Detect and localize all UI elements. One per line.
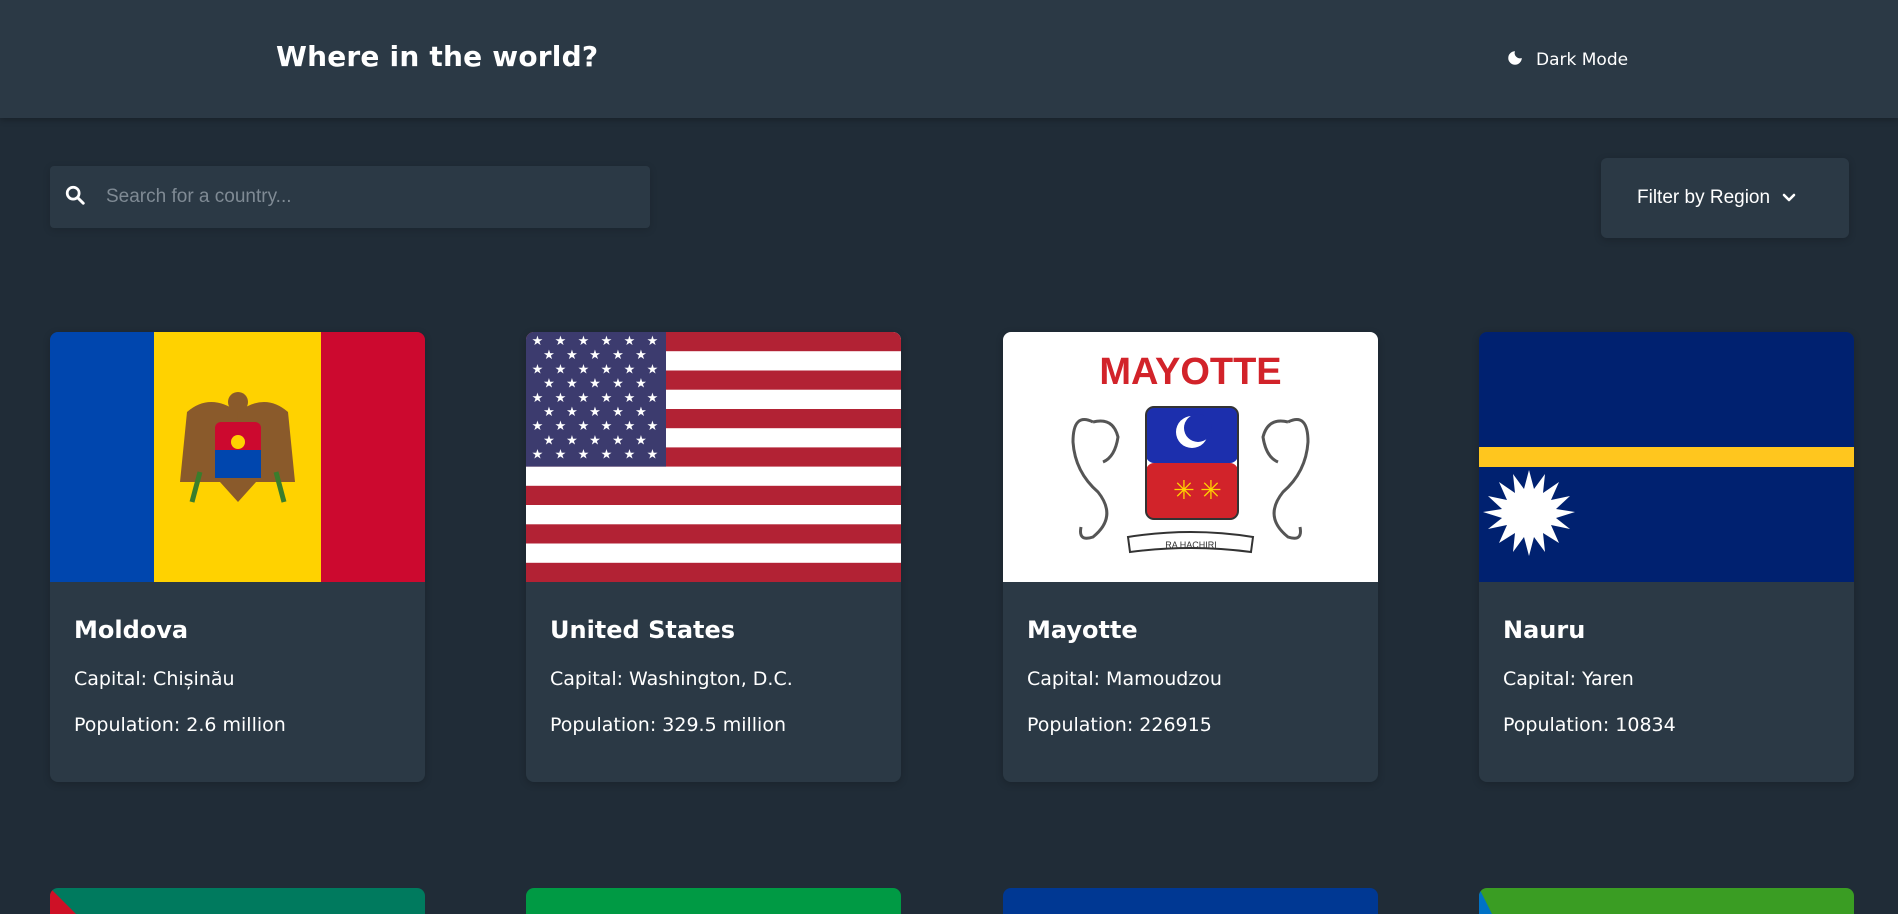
star-icon: ★ (601, 334, 613, 349)
site-header: Where in the world? Dark Mode (0, 0, 1898, 118)
star-icon: ★ (624, 334, 636, 349)
country-capital: Capital: Yaren (1503, 668, 1634, 690)
star-icon: ★ (532, 391, 544, 406)
flag-partial-2 (526, 888, 901, 914)
star-icon: ★ (647, 362, 659, 377)
star-icon: ★ (566, 377, 578, 392)
star-icon: ★ (578, 334, 590, 349)
flag-nauru (1479, 332, 1854, 582)
country-card-united-states[interactable]: ★ ★ ★ ★ ★ ★ ★ ★ ★ ★ ★ ★ ★ ★ ★ ★ ★ ★ ★ ★ ★ ★ ★ ★ ★ ★ ★ ★ ★ ★ ★ ★ ★ ★ ★ ★ ★ ★ ★ ★… (526, 332, 901, 782)
search-box[interactable] (50, 166, 650, 228)
star-icon: ★ (566, 348, 578, 363)
country-name: Moldova (74, 616, 189, 644)
country-capital: Capital: Mamoudzou (1027, 668, 1222, 690)
flag-lettering: MAYOTTE (1099, 351, 1281, 393)
star-icon: ★ (589, 433, 601, 448)
star-icon: ★ (532, 362, 544, 377)
country-card-partial-2[interactable] (526, 888, 901, 914)
star-icon: ★ (532, 448, 544, 463)
country-name: Nauru (1503, 616, 1586, 644)
star-icon: ★ (647, 391, 659, 406)
flag-partial-4 (1479, 888, 1854, 914)
shield-emblem: ✳ ✳ (1145, 406, 1239, 520)
country-card-moldova[interactable]: Moldova Capital: Chișinău Population: 2.… (50, 332, 425, 782)
country-capital: Capital: Chișinău (74, 668, 235, 690)
country-card-nauru[interactable]: Nauru Capital: Yaren Population: 10834 (1479, 332, 1854, 782)
moon-icon (1506, 49, 1524, 72)
star-icon: ★ (566, 433, 578, 448)
page-title: Where in the world? (276, 40, 599, 73)
country-name: United States (550, 616, 736, 644)
motto-ribbon: RA HACHIRI (1126, 531, 1255, 554)
star-icon: ★ (555, 419, 567, 434)
country-population: Population: 2.6 million (74, 714, 286, 736)
svg-text:✳: ✳ (1200, 476, 1222, 506)
star-icon: ★ (624, 419, 636, 434)
star-icon: ★ (589, 405, 601, 420)
star-icon: ★ (578, 419, 590, 434)
star-icon: ★ (647, 334, 659, 349)
star-icon: ★ (543, 348, 555, 363)
star-icon: ★ (601, 448, 613, 463)
star-icon: ★ (601, 362, 613, 377)
country-population: Population: 10834 (1503, 714, 1676, 736)
country-card-partial-4[interactable] (1479, 888, 1854, 914)
star-icon: ★ (624, 391, 636, 406)
star-icon: ★ (543, 433, 555, 448)
star-icon: ★ (612, 348, 624, 363)
star-icon: ★ (612, 377, 624, 392)
flag-mayotte: MAYOTTE ✳ ✳ RA HACHIRI (1003, 332, 1378, 582)
star-icon: ★ (601, 419, 613, 434)
star-icon: ★ (578, 448, 590, 463)
svg-text:RA HACHIRI: RA HACHIRI (1165, 540, 1217, 550)
star-icon: ★ (566, 405, 578, 420)
country-population: Population: 226915 (1027, 714, 1212, 736)
star-icon: ★ (635, 433, 647, 448)
star-icon: ★ (555, 334, 567, 349)
filter-label: Filter by Region (1637, 187, 1771, 208)
dark-mode-toggle[interactable]: Dark Mode (1506, 48, 1628, 72)
star-icon: ★ (532, 334, 544, 349)
star-icon: ★ (578, 362, 590, 377)
flag-moldova (50, 332, 425, 582)
star-icon: ★ (555, 448, 567, 463)
flag-partial-3 (1003, 888, 1378, 914)
country-population: Population: 329.5 million (550, 714, 786, 736)
coat-of-arms-emblem (180, 392, 295, 503)
country-name: Mayotte (1027, 616, 1138, 644)
star-icon: ★ (624, 362, 636, 377)
flag-united-states: ★ ★ ★ ★ ★ ★★ ★ ★ ★ ★★ ★ ★ ★ ★ ★★ ★ ★ ★ ★★ ★ ★ ★ ★ ★★ ★ ★ ★ ★★ ★ ★ ★ ★ ★★… (526, 332, 901, 582)
dark-mode-label: Dark Mode (1536, 50, 1629, 70)
region-filter-dropdown[interactable]: Filter by Region (1601, 158, 1849, 238)
svg-text:✳: ✳ (1173, 476, 1195, 506)
star-icon: ★ (612, 405, 624, 420)
search-icon (64, 184, 86, 210)
flag-partial-1 (50, 888, 425, 914)
star-icon: ★ (555, 391, 567, 406)
star-icon: ★ (589, 348, 601, 363)
star-icon: ★ (543, 405, 555, 420)
star-icon: ★ (555, 362, 567, 377)
star-icon: ★ (624, 448, 636, 463)
star-icon: ★ (647, 448, 659, 463)
search-input[interactable] (106, 186, 586, 208)
country-card-partial-1[interactable] (50, 888, 425, 914)
star-icon: ★ (635, 348, 647, 363)
country-capital: Capital: Washington, D.C. (550, 668, 793, 690)
star-icon: ★ (589, 377, 601, 392)
country-card-partial-3[interactable] (1003, 888, 1378, 914)
star-icon: ★ (612, 433, 624, 448)
star-icon: ★ (647, 419, 659, 434)
star-icon: ★ (635, 405, 647, 420)
country-card-mayotte[interactable]: MAYOTTE ✳ ✳ RA HACHIRI Mayotte Capital: … (1003, 332, 1378, 782)
star-icon: ★ (532, 419, 544, 434)
star-icon: ★ (635, 377, 647, 392)
star-icon: ★ (601, 391, 613, 406)
star-icon: ★ (543, 377, 555, 392)
star-icon: ★ (578, 391, 590, 406)
